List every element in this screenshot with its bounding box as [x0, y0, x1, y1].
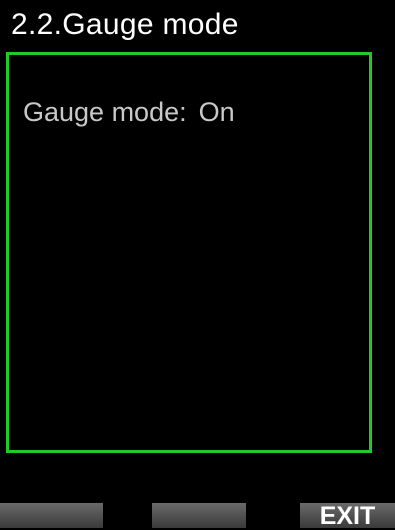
dive-computer-screen: 2.2.Gauge mode Gauge mode: On EXIT — [0, 0, 395, 530]
page-title: 2.2.Gauge mode — [11, 8, 239, 41]
gauge-mode-setting[interactable]: Gauge mode: On — [23, 96, 235, 128]
gauge-mode-label: Gauge mode: — [23, 97, 187, 127]
settings-panel: Gauge mode: On — [6, 52, 372, 453]
gauge-mode-value: On — [198, 97, 235, 127]
left-softkey[interactable] — [0, 503, 103, 528]
exit-button[interactable]: EXIT — [300, 503, 395, 530]
middle-softkey[interactable] — [152, 503, 246, 528]
